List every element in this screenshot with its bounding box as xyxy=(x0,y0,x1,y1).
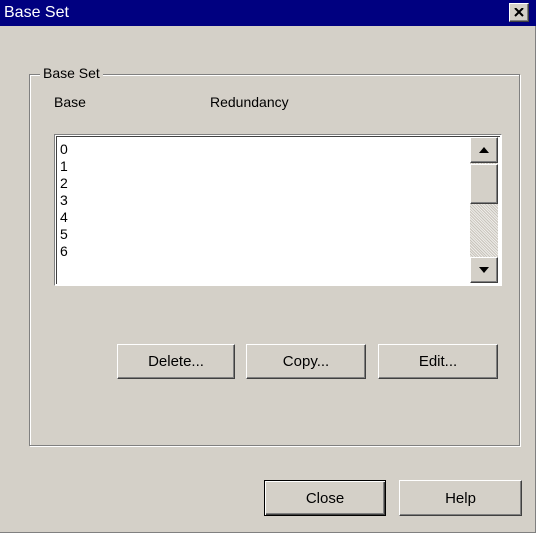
copy-button[interactable]: Copy... xyxy=(246,344,366,379)
groupbox-label: Base Set xyxy=(40,64,103,82)
list-item[interactable]: 2 xyxy=(60,175,68,192)
scroll-up-button[interactable] xyxy=(470,137,498,163)
scroll-up-arrow-icon xyxy=(479,147,489,153)
list-item[interactable]: 4 xyxy=(60,209,68,226)
scroll-down-button[interactable] xyxy=(470,257,498,283)
close-icon xyxy=(514,8,524,17)
delete-button[interactable]: Delete... xyxy=(117,344,235,379)
close-button[interactable]: Close xyxy=(264,480,386,516)
close-window-button[interactable] xyxy=(509,3,529,22)
column-header-redundancy: Redundancy xyxy=(210,94,289,110)
help-button[interactable]: Help xyxy=(399,480,522,516)
list-item[interactable]: 6 xyxy=(60,243,68,260)
window-title: Base Set xyxy=(4,4,69,21)
vertical-scrollbar[interactable] xyxy=(470,137,498,283)
base-list: 0 1 2 3 4 5 6 xyxy=(60,141,68,260)
list-item[interactable]: 1 xyxy=(60,158,68,175)
scroll-down-arrow-icon xyxy=(479,267,489,273)
scrollbar-thumb[interactable] xyxy=(470,164,498,204)
edit-button[interactable]: Edit... xyxy=(378,344,498,379)
title-bar: Base Set xyxy=(0,0,536,26)
base-listbox[interactable]: 0 1 2 3 4 5 6 xyxy=(54,134,502,286)
list-item[interactable]: 0 xyxy=(60,141,68,158)
list-item[interactable]: 5 xyxy=(60,226,68,243)
column-header-base: Base xyxy=(54,94,86,110)
base-set-dialog: Base Set Base Set Base Redundancy 0 1 2 … xyxy=(0,0,536,533)
list-item[interactable]: 3 xyxy=(60,192,68,209)
